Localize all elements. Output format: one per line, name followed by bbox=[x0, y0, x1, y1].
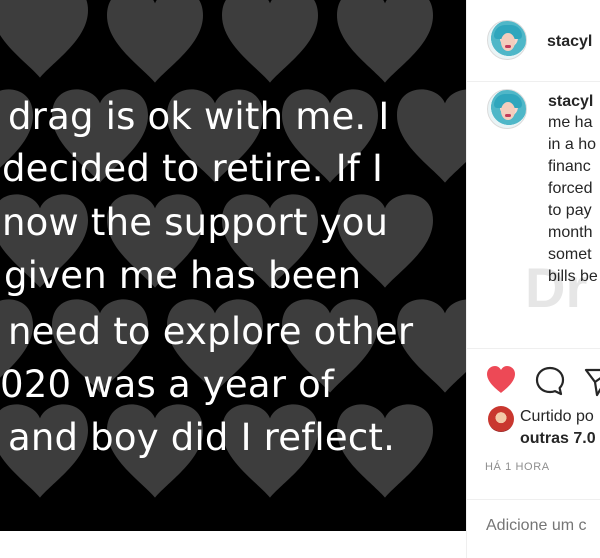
image-text-line: given me has been bbox=[4, 254, 362, 297]
add-comment-input[interactable] bbox=[486, 513, 600, 539]
comment-avatar[interactable] bbox=[487, 89, 527, 129]
comment-line: somet bbox=[548, 246, 592, 263]
comment-icon[interactable] bbox=[534, 365, 566, 397]
image-text: drag is ok with me. I decided to retire.… bbox=[0, 0, 466, 531]
image-text-line: decided to retire. If I bbox=[2, 147, 384, 190]
image-text-line: 020 was a year of bbox=[0, 363, 335, 406]
post-image: drag is ok with me. I decided to retire.… bbox=[0, 0, 466, 531]
comment-username[interactable]: stacyl bbox=[548, 93, 593, 111]
bottom-strip bbox=[0, 531, 466, 558]
comment-line: bills be bbox=[548, 268, 598, 285]
share-icon[interactable] bbox=[584, 367, 600, 397]
heart-filled-icon[interactable] bbox=[485, 365, 517, 395]
comment-line: in a ho bbox=[548, 136, 597, 153]
post-header: stacyl bbox=[467, 0, 600, 82]
liked-by-text: Curtido po bbox=[520, 408, 594, 425]
comment-line: financ bbox=[548, 158, 591, 175]
comment-text: me ha in a ho financ forced to pay month… bbox=[548, 112, 600, 288]
liked-by-others-link[interactable]: outras 7.0 bbox=[520, 430, 596, 448]
image-text-line: now the support you bbox=[2, 201, 389, 244]
header-username[interactable]: stacyl bbox=[547, 33, 592, 51]
image-text-line: need to explore other bbox=[8, 310, 414, 353]
liker-avatar[interactable] bbox=[488, 406, 514, 432]
divider bbox=[466, 499, 600, 500]
comment-line: to pay bbox=[548, 202, 592, 219]
image-text-line: and boy did I reflect. bbox=[8, 416, 396, 459]
image-text-line: drag is ok with me. I bbox=[8, 95, 390, 138]
avatar[interactable] bbox=[487, 20, 527, 60]
comment-line: month bbox=[548, 224, 593, 241]
comment-line: me ha bbox=[548, 114, 593, 131]
divider bbox=[466, 348, 600, 349]
post-timestamp[interactable]: HÁ 1 HORA bbox=[485, 461, 550, 473]
comment-line: forced bbox=[548, 180, 593, 197]
